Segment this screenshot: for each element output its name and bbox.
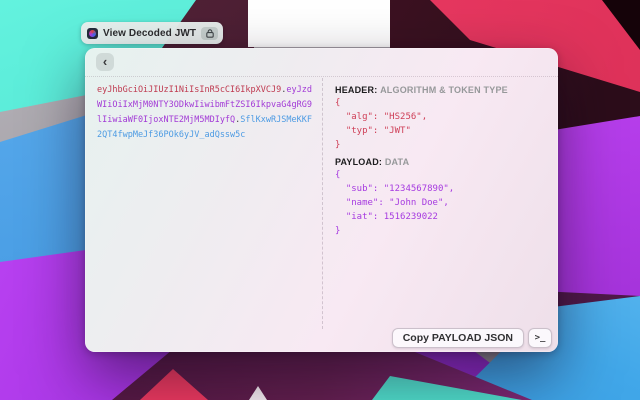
window-header: ‹ xyxy=(85,48,558,77)
terminal-prompt-icon[interactable]: >_ xyxy=(528,328,552,348)
payload-section-label: PAYLOAD: DATA xyxy=(335,156,550,168)
jwt-header-segment: eyJhbGciOiJIUzI1NiIsInR5cCI6IkpXVCJ9 xyxy=(97,85,281,95)
payload-sublabel: DATA xyxy=(385,157,409,167)
jwt-token-text: eyJhbGciOiJIUzI1NiIsInR5cCI6IkpXVCJ9.eyJ… xyxy=(85,77,322,337)
window-content: eyJhbGciOiJIUzI1NiIsInR5cCI6IkpXVCJ9.eyJ… xyxy=(85,77,558,337)
command-tab[interactable]: View Decoded JWT xyxy=(81,22,223,44)
jwt-window: ‹ eyJhbGciOiJIUzI1NiIsInR5cCI6IkpXVCJ9.e… xyxy=(85,48,558,352)
header-json: { "alg": "HS256", "typ": "JWT"} xyxy=(335,96,550,152)
header-section-label: HEADER: ALGORITHM & TOKEN TYPE xyxy=(335,84,550,96)
jwt-command-icon xyxy=(87,28,98,39)
payload-label: PAYLOAD: xyxy=(335,157,382,167)
payload-json: { "sub": "1234567890", "name": "John Doe… xyxy=(335,168,550,238)
lock-icon[interactable] xyxy=(201,27,218,40)
decoded-panel: HEADER: ALGORITHM & TOKEN TYPE { "alg": … xyxy=(323,77,558,337)
command-tab-title: View Decoded JWT xyxy=(103,28,196,39)
header-sublabel: ALGORITHM & TOKEN TYPE xyxy=(380,85,508,95)
header-label: HEADER: xyxy=(335,85,377,95)
action-bar: Copy PAYLOAD JSON >_ xyxy=(392,328,552,348)
chevron-left-icon: ‹ xyxy=(103,55,107,68)
desktop: View Decoded JWT ‹ eyJhbGciOiJIUzI1NiIsI… xyxy=(0,0,640,400)
back-button[interactable]: ‹ xyxy=(96,53,114,71)
copy-payload-json-button[interactable]: Copy PAYLOAD JSON xyxy=(392,328,524,348)
